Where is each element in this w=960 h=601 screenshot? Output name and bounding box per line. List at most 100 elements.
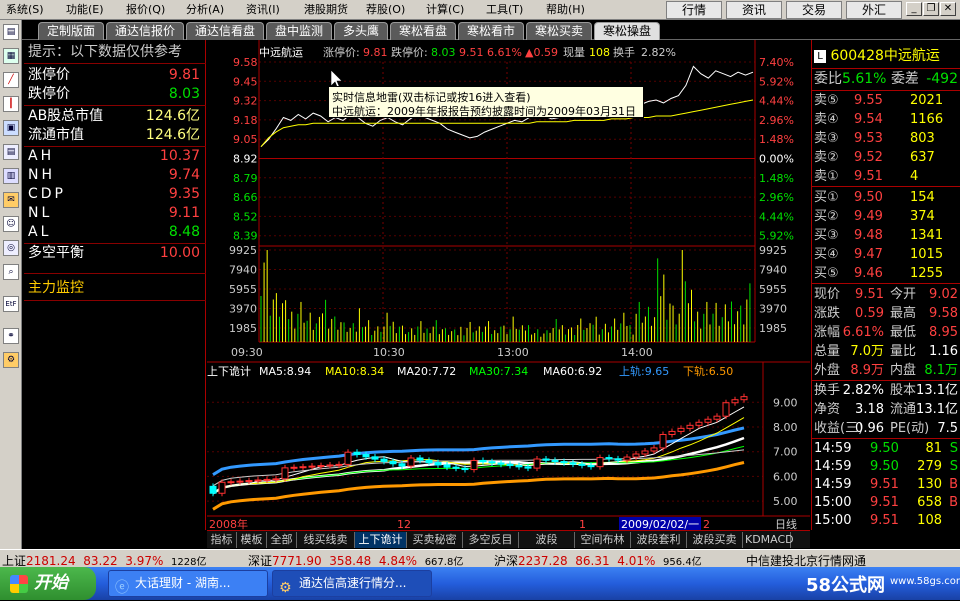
price-tick: 9.18 (233, 114, 258, 127)
date-tick: 2009/02/02/一 (621, 518, 699, 530)
connect-icon[interactable]: ⚭ (3, 328, 19, 344)
indicator-tab[interactable]: 全部 (267, 532, 297, 548)
date-tick: 12 (397, 518, 411, 530)
tools-icon[interactable]: ⚙ (3, 352, 19, 368)
task-tdx[interactable]: ⚙ 通达信高速行情分... (272, 570, 432, 597)
candle-body (533, 458, 541, 469)
menu-function[interactable]: 功能(E) (66, 2, 104, 18)
candle-body (659, 433, 667, 449)
minimize-icon[interactable]: _ (906, 2, 922, 16)
restore-icon[interactable]: ❐ (923, 2, 939, 16)
left-info-panel: 提示：以下数据仅供参考 涨停价 9.81 跌停价 8.03 AB股总市值 124.6亿… (24, 40, 206, 530)
table-icon[interactable]: ▦ (3, 48, 19, 64)
tab-monitor[interactable]: 盘中监测 (266, 22, 332, 40)
menu-analysis[interactable]: 分析(A) (186, 2, 224, 18)
tick-row: 14:59 9.51 130 B (814, 477, 958, 492)
fundamental-row: 收益(三) 0.96 PE(动) 7.5 (814, 421, 958, 436)
tab-tdx-watch[interactable]: 通达信看盘 (186, 22, 264, 40)
line-chart-icon[interactable]: ╱ (3, 72, 19, 88)
kline-tick: 6.00 (773, 470, 798, 483)
indicator-tabs: 指标模板全部线买线卖上下诡计买卖秘密多空反目波段MACD空间布林波段套利波段买卖… (207, 530, 810, 561)
kline-icon[interactable]: ┃ (3, 96, 19, 112)
indicator-tab[interactable]: 空间布林 (575, 532, 631, 548)
menu-help[interactable]: 帮助(H) (546, 2, 585, 18)
tab-tdx-quote[interactable]: 通达信报价 (106, 22, 184, 40)
tab-hs-operate[interactable]: 寒松操盘 (594, 22, 660, 40)
pct-tick: 4.44% (759, 95, 794, 108)
task-browser[interactable]: ⓔ 大话理财 - 湖南... (108, 570, 268, 597)
tab-bull-eagle[interactable]: 多头鹰 (334, 22, 388, 40)
indicator-tab[interactable]: 买卖秘密 (407, 532, 463, 548)
price-tick: 8.66 (233, 191, 258, 204)
pct-tick: 0.00% (759, 153, 794, 166)
etf-icon[interactable]: EtF (3, 296, 19, 312)
candle-body (245, 480, 253, 483)
search-icon[interactable]: ⌕ (3, 264, 19, 280)
report-icon[interactable]: ▤ (3, 144, 19, 160)
news-icon[interactable]: ▣ (3, 120, 19, 136)
indicator-cdp: CDP 9.35 (28, 186, 200, 202)
candle-body (470, 459, 478, 471)
mail-icon[interactable]: ✉ (3, 192, 19, 208)
candle-body (452, 466, 460, 469)
candle-body (695, 421, 703, 426)
candle-body (524, 466, 532, 469)
candle-body (623, 456, 631, 461)
menu-recommend[interactable]: 荐股(O) (366, 2, 405, 18)
indicator-tab[interactable]: 模板 (237, 532, 267, 548)
stock-title: L 600428中远航运 (814, 47, 960, 65)
candle-body (353, 451, 361, 456)
tooltip-body: 中远航运：2009年年报报告预约披露时间为2009年03月31日 (332, 105, 636, 118)
indicator-tab[interactable]: 波段买卖 (687, 532, 743, 548)
float-cap-row: 流通市值 124.6亿 (28, 127, 200, 143)
indicator-tab[interactable]: 多空反目 (463, 532, 519, 548)
quote-list-icon[interactable]: ▤ (3, 24, 19, 40)
period-label: 日线 (775, 517, 797, 530)
close-icon[interactable]: ✕ (940, 2, 956, 16)
candle-body (371, 456, 379, 460)
time-axis: 09:30 10:30 13:00 14:00 (231, 346, 653, 359)
menu-tools[interactable]: 工具(T) (486, 2, 523, 18)
price-tick: 8.92 (233, 153, 258, 166)
indicator-tab[interactable]: 波段套利 (631, 532, 687, 548)
tab-hs-market[interactable]: 寒松看市 (458, 22, 524, 40)
menu-hk-futures[interactable]: 港股期货 (304, 2, 348, 18)
quote-button[interactable]: 行情 (666, 1, 722, 19)
candle-body (362, 454, 370, 458)
start-button[interactable]: 开始 (0, 567, 96, 600)
kline-legend: 上下诡计 MA5:8.94 MA10:8.34 MA20:7.72 MA30:7.34 M… (207, 364, 733, 378)
svg-text:6.61%: 6.61% (487, 46, 522, 59)
trade-button[interactable]: 交易 (786, 1, 842, 19)
indicator-tab[interactable]: 线买线卖 (297, 532, 355, 548)
indicator-tab[interactable]: 上下诡计 (355, 532, 407, 548)
monitor-label[interactable]: 主力监控 (28, 279, 204, 298)
info-button[interactable]: 资讯 (726, 1, 782, 19)
tab-hs-trade[interactable]: 寒松买卖 (526, 22, 592, 40)
analysis-icon[interactable]: ◎ (3, 240, 19, 256)
indicator-tab[interactable]: KDMACD (743, 532, 794, 548)
indicator-tab[interactable]: 波段MACD (519, 532, 575, 561)
menu-system[interactable]: 系统(S) (6, 2, 44, 18)
ie-icon: ⓔ (115, 580, 129, 596)
candle-body (596, 457, 604, 468)
menu-calc[interactable]: 计算(C) (426, 2, 464, 18)
users-icon[interactable]: ☺ (3, 216, 19, 232)
candle-body (713, 415, 721, 420)
candle-body (632, 453, 640, 458)
indicator-tab[interactable]: 指标 (207, 532, 237, 548)
menu-info[interactable]: 资讯(I) (246, 2, 280, 18)
ma30-line (212, 445, 745, 494)
candle-body (434, 462, 442, 466)
board-icon[interactable]: ▥ (3, 168, 19, 184)
candle-body (551, 459, 559, 463)
candle-body (389, 460, 397, 465)
tab-hs-watch[interactable]: 寒松看盘 (390, 22, 456, 40)
legend-item: 上下诡计 (207, 364, 251, 378)
forex-button[interactable]: 外汇 (846, 1, 902, 19)
tab-custom[interactable]: 定制版面 (38, 22, 104, 40)
quote-stat-row: 涨跌 0.59 最高 9.58 (814, 306, 958, 321)
volume-tick-right: 1985 (759, 322, 787, 335)
sell-order-row: 卖③ 9.53 803 (814, 131, 935, 146)
date-tick: 1 (579, 518, 586, 530)
menu-quote[interactable]: 报价(Q) (126, 2, 165, 18)
